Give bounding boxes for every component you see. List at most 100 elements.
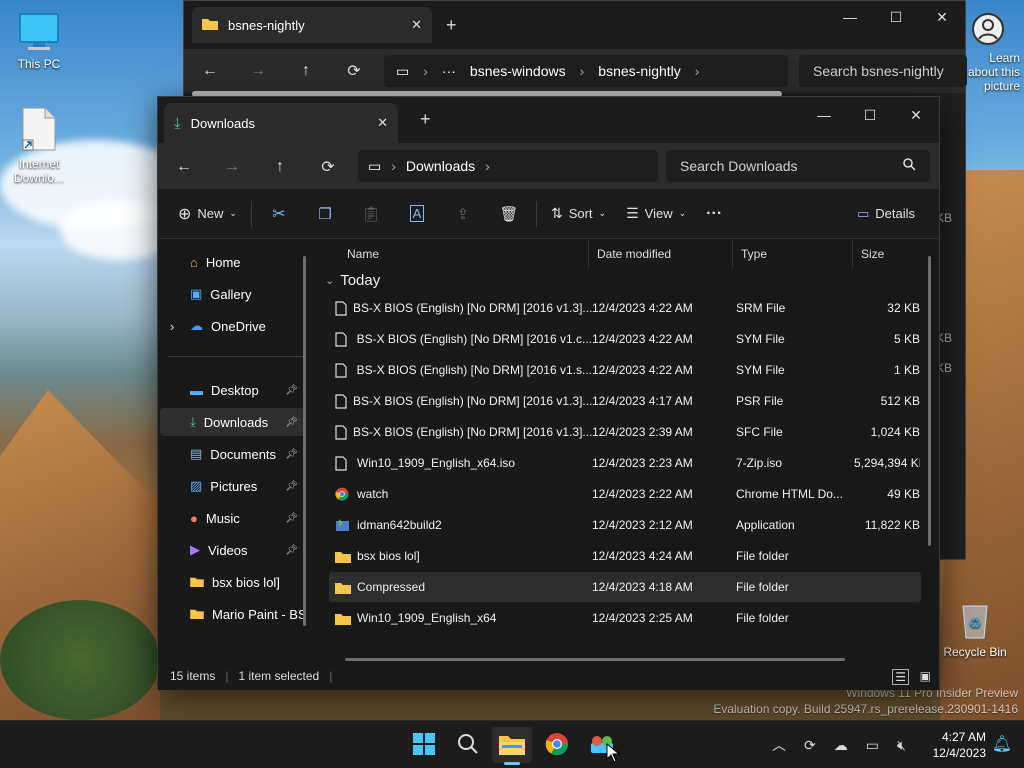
close-icon[interactable]: ✕ <box>893 99 939 131</box>
file-row[interactable]: BS-X BIOS (English) [No DRM] [2016 v1.3]… <box>329 293 921 323</box>
breadcrumb-item[interactable]: bsnes-windows <box>470 63 566 79</box>
file-row[interactable]: BS-X BIOS (English) [No DRM] [2016 v1.c.… <box>329 324 921 354</box>
forward-arrow-icon[interactable]: → <box>216 151 248 183</box>
column-size[interactable]: Size <box>853 240 939 268</box>
chevron-right-icon[interactable]: › <box>170 319 174 334</box>
rename-button[interactable]: A <box>394 197 440 231</box>
new-tab-icon[interactable]: + <box>446 15 457 36</box>
pin-icon[interactable]: 📌︎ <box>285 417 298 428</box>
file-row[interactable]: Compressed 12/4/2023 4:18 AM File folder <box>329 572 921 602</box>
close-tab-icon[interactable]: ✕ <box>377 115 388 131</box>
file-icon <box>335 393 347 409</box>
breadcrumb-item[interactable]: Downloads <box>406 158 475 174</box>
search-input[interactable]: Search Downloads <box>666 150 930 182</box>
file-row[interactable]: idman642build2 12/4/2023 2:12 AM Applicati… <box>329 510 921 540</box>
network-icon[interactable]: ▭ <box>866 737 879 754</box>
close-tab-icon[interactable]: ✕ <box>411 17 422 33</box>
nav-item-mario-paint[interactable]: Mario Paint - BS <box>160 600 304 628</box>
cut-button[interactable]: ✂ <box>256 197 302 231</box>
forward-arrow-icon[interactable]: → <box>242 55 274 87</box>
file-row[interactable]: Win10_1909_English_x64 12/4/2023 2:25 AM F… <box>329 603 921 633</box>
taskbar-chrome[interactable] <box>537 727 577 763</box>
pin-icon[interactable]: 📌︎ <box>285 385 298 396</box>
new-button[interactable]: ⊕ New ⌄ <box>168 197 247 231</box>
tab-downloads[interactable]: ⤓ Downloads ✕ <box>164 103 398 143</box>
paste-button[interactable]: 📋︎ <box>348 197 394 231</box>
up-arrow-icon[interactable]: ↑ <box>290 55 322 87</box>
nav-item-gallery[interactable]: ▣ Gallery <box>160 280 304 308</box>
horizontal-scrollbar[interactable] <box>345 658 845 661</box>
more-options-button[interactable]: ··· <box>696 197 732 231</box>
file-date: 12/4/2023 2:23 AM <box>592 456 693 470</box>
taskbar-file-explorer[interactable] <box>492 727 532 765</box>
nav-item-home[interactable]: ⌂ Home <box>160 248 304 276</box>
back-arrow-icon[interactable]: ← <box>168 151 200 183</box>
delete-button[interactable]: 🗑︎ <box>486 197 532 231</box>
minimize-icon[interactable]: — <box>827 1 873 33</box>
file-date: 12/4/2023 4:18 AM <box>592 580 693 594</box>
notification-bell-icon[interactable]: 🔔︎ <box>992 734 1012 754</box>
back-arrow-icon[interactable]: ← <box>194 55 226 87</box>
chevron-up-icon[interactable]: ︿ <box>772 735 786 755</box>
copy-button[interactable]: ❐ <box>302 197 348 231</box>
file-row[interactable]: BS-X BIOS (English) [No DRM] [2016 v1.3]… <box>329 386 921 416</box>
desktop-icon-this-pc[interactable]: This PC <box>4 12 74 71</box>
details-button[interactable]: ▭ Details <box>847 197 925 231</box>
tiles-view-icon[interactable]: ▣ <box>920 669 931 683</box>
nav-item-onedrive[interactable]: › ☁ OneDrive <box>160 312 304 340</box>
column-date-modified[interactable]: Date modified <box>589 240 733 268</box>
group-header-today[interactable]: ⌄ Today <box>325 272 380 289</box>
breadcrumb[interactable]: ▭ › ··· bsnes-windows › bsnes-nightly › <box>384 55 788 87</box>
nav-item-desktop[interactable]: ▬ Desktop 📌︎ <box>160 376 304 404</box>
sort-button[interactable]: ⇅ Sort ⌄ <box>541 197 616 231</box>
nav-item-downloads[interactable]: ⤓ Downloads 📌︎ <box>160 408 304 436</box>
nav-item-bsx-bios[interactable]: bsx bios lol] <box>160 568 304 596</box>
share-button[interactable]: ⇪ <box>440 197 486 231</box>
sync-icon[interactable]: ⟳ <box>804 737 816 754</box>
breadcrumb-item[interactable]: bsnes-nightly <box>598 63 681 79</box>
file-row[interactable]: BS-X BIOS (English) [No DRM] [2016 v1.3]… <box>329 417 921 447</box>
column-type[interactable]: Type <box>733 240 853 268</box>
desktop-icon-recycle-bin[interactable]: ♻ Recycle Bin <box>938 598 1012 659</box>
more-icon[interactable]: ··· <box>442 63 456 79</box>
breadcrumb[interactable]: ▭ › Downloads › <box>358 150 658 182</box>
up-arrow-icon[interactable]: ↑ <box>264 151 296 183</box>
refresh-icon[interactable]: ⟳ <box>338 55 370 87</box>
vertical-scrollbar[interactable] <box>928 256 931 546</box>
refresh-icon[interactable]: ⟳ <box>312 151 344 183</box>
search-button[interactable] <box>448 727 488 763</box>
nav-label: Pictures <box>210 478 258 494</box>
volume-muted-icon[interactable]: 🔇︎ <box>897 737 906 754</box>
file-row[interactable]: watch 12/4/2023 2:22 AM Chrome HTML Do... 4… <box>329 479 921 509</box>
maximize-icon[interactable]: ☐ <box>847 99 893 131</box>
file-row[interactable]: BS-X BIOS (English) [No DRM] [2016 v1.s.… <box>329 355 921 385</box>
tab-bsnes-nightly[interactable]: bsnes-nightly ✕ <box>192 7 432 43</box>
view-button[interactable]: ☰ View ⌄ <box>616 197 696 231</box>
cloud-off-icon[interactable]: ☁ <box>834 737 848 754</box>
nav-label: OneDrive <box>211 318 266 334</box>
start-button[interactable] <box>404 727 444 763</box>
pin-icon[interactable]: 📌︎ <box>285 513 298 524</box>
maximize-icon[interactable]: ☐ <box>873 1 919 33</box>
clock[interactable]: 4:27 AM 12/4/2023 <box>933 729 986 761</box>
explorer-window-downloads[interactable]: ⤓ Downloads ✕ + — ☐ ✕ ← → ↑ ⟳ ▭ › Downloa… <box>157 96 940 690</box>
pin-icon[interactable]: 📌︎ <box>285 481 298 492</box>
close-icon[interactable]: ✕ <box>919 1 965 33</box>
nav-item-music[interactable]: ● Music 📌︎ <box>160 504 304 532</box>
nav-item-videos[interactable]: ▶ Videos 📌︎ <box>160 536 304 564</box>
file-row[interactable]: bsx bios lol] 12/4/2023 4:24 AM File folde… <box>329 541 921 571</box>
pin-icon[interactable]: 📌︎ <box>285 449 298 460</box>
nav-scrollbar[interactable] <box>303 256 306 626</box>
pin-icon[interactable]: 📌︎ <box>285 545 298 556</box>
minimize-icon[interactable]: — <box>801 99 847 131</box>
desktop-icon-internet-download[interactable]: Internet Downlo... <box>4 106 74 185</box>
nav-item-documents[interactable]: ▤ Documents 📌︎ <box>160 440 304 468</box>
details-view-icon[interactable]: ☰ <box>892 669 909 685</box>
nav-item-pictures[interactable]: ▨ Pictures 📌︎ <box>160 472 304 500</box>
file-row[interactable]: Win10_1909_English_x64.iso 12/4/2023 2:23… <box>329 448 921 478</box>
new-tab-icon[interactable]: + <box>420 109 431 130</box>
column-name[interactable]: Name <box>315 240 589 268</box>
search-input[interactable]: Search bsnes-nightly <box>799 55 967 87</box>
desktop-icon-label: Learn about this picture <box>967 51 1020 93</box>
monitor-icon <box>4 12 74 55</box>
